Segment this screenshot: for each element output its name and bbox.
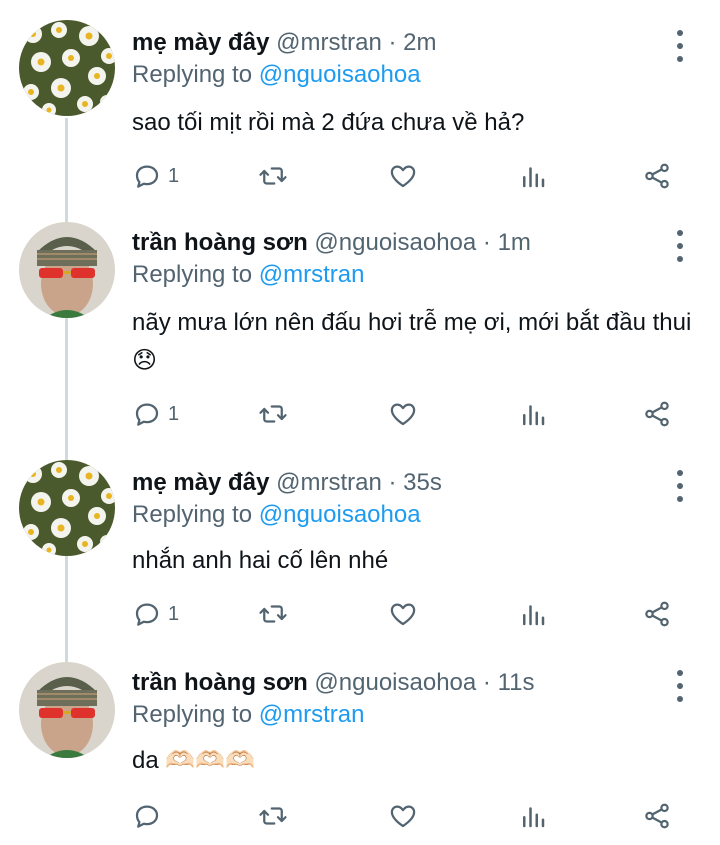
replying-label: Replying to <box>132 701 259 728</box>
reply-icon <box>135 165 159 188</box>
share-icon <box>645 803 669 829</box>
display-name[interactable]: trần hoàng sơn <box>132 669 308 696</box>
reply-count: 1 <box>168 164 180 187</box>
avatar-daisy[interactable] <box>19 460 115 556</box>
dot-separator: · <box>381 469 404 496</box>
mention-link[interactable]: @nguoisaohoa <box>259 501 421 528</box>
tweet-text: nhắn anh hai cố lên nhé <box>132 547 389 574</box>
retweet-button[interactable] <box>258 158 288 194</box>
tweet-text: da 🫶🏻🫶🏻🫶🏻 <box>132 747 256 774</box>
reply-button[interactable] <box>132 798 168 834</box>
more-options-icon[interactable] <box>666 30 694 62</box>
replying-to: Replying to @mrstran <box>132 260 364 290</box>
mention-link[interactable]: @mrstran <box>259 701 365 728</box>
reply-button[interactable]: 1 <box>132 158 179 194</box>
display-name[interactable]: trần hoàng sơn <box>132 229 308 256</box>
views-button[interactable] <box>518 158 548 194</box>
reply-icon <box>135 403 159 426</box>
share-icon <box>645 163 669 189</box>
user-handle[interactable]: @nguoisaohoa <box>314 669 476 696</box>
replying-label: Replying to <box>132 61 259 88</box>
retweet-button[interactable] <box>258 396 288 432</box>
mention-link[interactable]: @nguoisaohoa <box>259 61 421 88</box>
timestamp[interactable]: 2m <box>403 29 436 56</box>
mention-link[interactable]: @mrstran <box>259 261 365 288</box>
more-options-icon[interactable] <box>666 230 694 262</box>
tweet-text: sao tối mịt rồi mà 2 đứa chưa về hả? <box>132 109 525 136</box>
tweet[interactable]: trần hoàng sơn @nguoisaohoa · 11s Replyi… <box>0 660 720 845</box>
retweet-button[interactable] <box>258 798 288 834</box>
reply-button[interactable]: 1 <box>132 396 179 432</box>
retweet-icon <box>259 405 287 423</box>
timestamp[interactable]: 35s <box>403 469 442 496</box>
share-button[interactable] <box>642 596 672 632</box>
replying-label: Replying to <box>132 261 259 288</box>
avatar-daisy[interactable] <box>19 20 115 116</box>
like-button[interactable] <box>388 798 418 834</box>
share-icon <box>645 401 669 427</box>
heart-icon <box>390 603 416 626</box>
user-handle[interactable]: @mrstran <box>276 469 382 496</box>
share-button[interactable] <box>642 798 672 834</box>
user-handle[interactable]: @mrstran <box>276 29 382 56</box>
analytics-icon <box>523 807 545 828</box>
reply-count: 1 <box>168 402 180 425</box>
tweet[interactable]: mẹ mày đây @mrstran · 2m Replying to @ng… <box>0 0 720 220</box>
replying-to: Replying to @nguoisaohoa <box>132 500 421 530</box>
tweet-text: nãy mưa lớn nên đấu hơi trễ mẹ ơi, mới b… <box>132 309 692 374</box>
heart-icon <box>390 403 416 426</box>
replying-to: Replying to @nguoisaohoa <box>132 60 421 90</box>
reply-icon <box>135 805 159 828</box>
display-name[interactable]: mẹ mày đây <box>132 469 269 496</box>
display-name[interactable]: mẹ mày đây <box>132 29 269 56</box>
heart-icon <box>390 805 416 828</box>
reply-button[interactable]: 1 <box>132 596 179 632</box>
dot-separator: · <box>381 29 404 56</box>
avatar-person[interactable] <box>19 662 115 758</box>
like-button[interactable] <box>388 396 418 432</box>
dot-separator: · <box>476 669 498 696</box>
user-handle[interactable]: @nguoisaohoa <box>314 229 476 256</box>
heart-icon <box>390 165 416 188</box>
more-options-icon[interactable] <box>666 670 694 702</box>
timestamp[interactable]: 11s <box>498 669 535 696</box>
like-button[interactable] <box>388 158 418 194</box>
reply-icon <box>135 603 159 626</box>
views-button[interactable] <box>518 396 548 432</box>
views-button[interactable] <box>518 596 548 632</box>
timestamp[interactable]: 1m <box>498 229 531 256</box>
replying-label: Replying to <box>132 501 259 528</box>
retweet-icon <box>259 167 287 185</box>
replying-to: Replying to @mrstran <box>132 700 364 730</box>
share-icon <box>645 601 669 627</box>
reply-count: 1 <box>168 602 180 625</box>
analytics-icon <box>523 405 545 426</box>
analytics-icon <box>523 605 545 626</box>
dot-separator: · <box>476 229 498 256</box>
analytics-icon <box>523 167 545 188</box>
tweet[interactable]: trần hoàng sơn @nguoisaohoa · 1m Replyin… <box>0 220 720 460</box>
tweet[interactable]: mẹ mày đây @mrstran · 35s Replying to @n… <box>0 460 720 660</box>
like-button[interactable] <box>388 596 418 632</box>
retweet-button[interactable] <box>258 596 288 632</box>
views-button[interactable] <box>518 798 548 834</box>
retweet-icon <box>259 605 287 623</box>
avatar-person[interactable] <box>19 222 115 318</box>
share-button[interactable] <box>642 158 672 194</box>
more-options-icon[interactable] <box>666 470 694 502</box>
retweet-icon <box>259 807 287 825</box>
share-button[interactable] <box>642 396 672 432</box>
